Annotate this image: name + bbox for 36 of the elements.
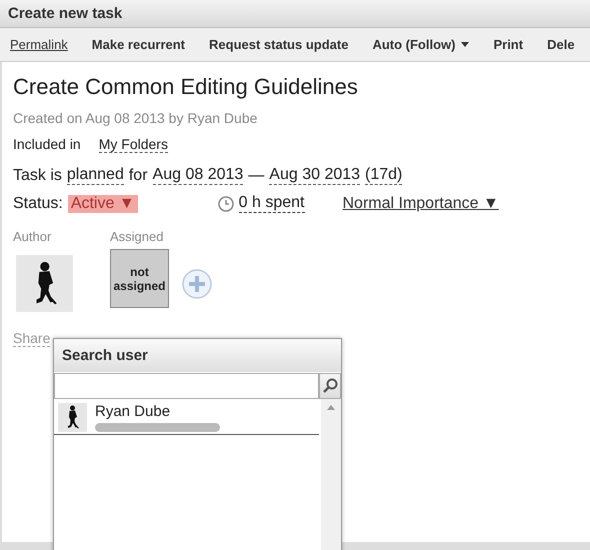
- window-title: Create new task: [0, 0, 590, 28]
- user-name: Ryan Dube: [95, 403, 172, 420]
- importance-dropdown[interactable]: Normal Importance ▼: [342, 194, 499, 212]
- status-label: Status:: [13, 194, 63, 212]
- toolbar-button[interactable]: Dele: [547, 37, 575, 52]
- search-field[interactable]: [54, 373, 319, 399]
- start-date-link[interactable]: Aug 08 2013: [152, 166, 244, 185]
- planned-link[interactable]: planned: [66, 166, 124, 185]
- author-label: Author: [13, 229, 52, 244]
- scroll-up-icon: [327, 405, 335, 410]
- toolbar-button[interactable]: Make recurrent: [92, 37, 186, 52]
- end-date-link[interactable]: Aug 30 2013: [269, 166, 360, 185]
- user-row[interactable]: Ryan Dube: [54, 399, 319, 435]
- task-title: Create Common Editing Guidelines: [13, 74, 359, 100]
- toolbar-button[interactable]: Print: [493, 37, 524, 52]
- clock-icon: [218, 196, 234, 212]
- toolbar-dropdown[interactable]: Auto (Follow): [372, 37, 470, 52]
- popup-title: Search user: [54, 339, 341, 372]
- scrollbar[interactable]: [321, 399, 341, 550]
- assigned-label: Assigned: [110, 229, 164, 244]
- included-label: Included in: [13, 136, 81, 152]
- add-icon[interactable]: [182, 269, 212, 299]
- search-icon: [322, 378, 338, 394]
- player-silhouette-icon: [65, 405, 80, 430]
- permalink-link[interactable]: Permalink: [10, 37, 68, 52]
- dash-text: —: [248, 166, 264, 184]
- created-info: Created on Aug 08 2013 by Ryan Dube: [13, 110, 258, 126]
- search-button[interactable]: [319, 373, 341, 399]
- time-spent-link[interactable]: 0 h spent: [238, 194, 304, 213]
- plan-text: for: [128, 166, 148, 184]
- plan-text: Task is: [13, 166, 62, 184]
- unassigned-tile: not assigned: [110, 249, 169, 308]
- toolbar-button[interactable]: Request status update: [209, 37, 348, 52]
- caret-icon: [461, 42, 470, 47]
- folder-link[interactable]: My Folders: [98, 136, 168, 153]
- duration-link[interactable]: (17d): [365, 166, 402, 185]
